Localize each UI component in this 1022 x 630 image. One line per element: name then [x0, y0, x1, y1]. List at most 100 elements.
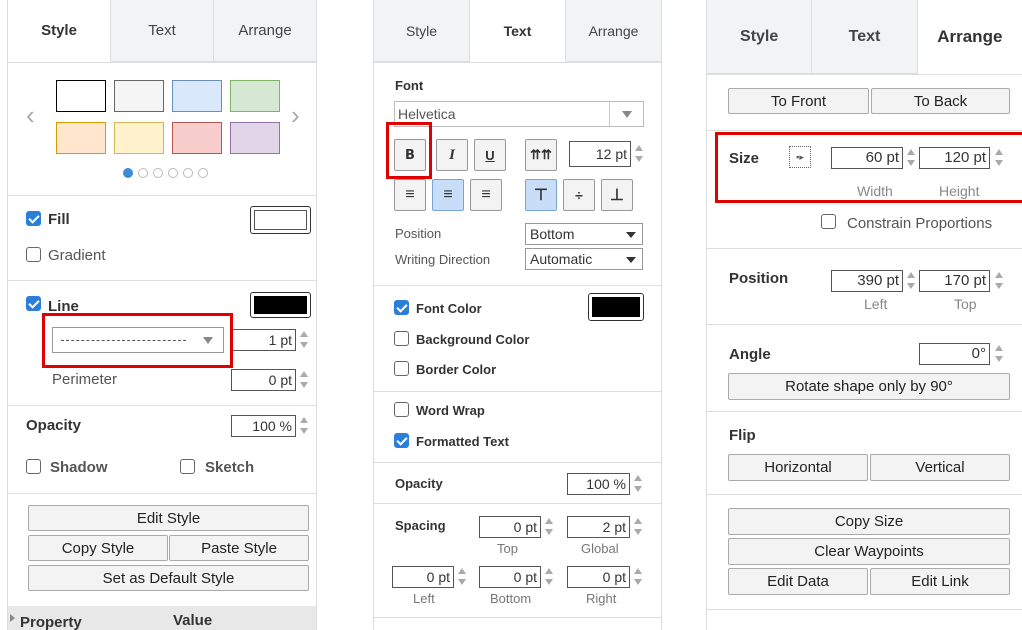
- background-color-checkbox[interactable]: [394, 331, 409, 346]
- color-swatch[interactable]: [56, 80, 106, 112]
- spacing-top-stepper[interactable]: [543, 516, 554, 538]
- pager-dot[interactable]: [168, 168, 178, 178]
- word-wrap-checkbox[interactable]: [394, 402, 409, 417]
- bold-button[interactable]: B: [394, 139, 426, 171]
- spacing-global-stepper[interactable]: [632, 516, 643, 538]
- spacing-top-input[interactable]: 0 pt: [479, 516, 541, 538]
- align-center-button[interactable]: ≡: [432, 179, 464, 211]
- line-width-stepper[interactable]: [298, 329, 309, 351]
- pager-dot[interactable]: [198, 168, 208, 178]
- spacing-bottom-input[interactable]: 0 pt: [479, 566, 541, 588]
- font-color-checkbox[interactable]: [394, 300, 409, 315]
- tab-arrange[interactable]: Arrange: [566, 0, 661, 62]
- flip-vertical-button[interactable]: Vertical: [870, 454, 1010, 481]
- opacity-input[interactable]: 100 %: [567, 473, 630, 495]
- perimeter-input[interactable]: 0 pt: [231, 369, 296, 391]
- edit-data-button[interactable]: Edit Data: [728, 568, 868, 595]
- pager-dots[interactable]: [123, 168, 208, 178]
- writing-direction-select[interactable]: Automatic: [525, 248, 643, 270]
- gradient-checkbox[interactable]: [26, 247, 41, 262]
- rotate-button[interactable]: Rotate shape only by 90°: [728, 373, 1010, 400]
- tab-text[interactable]: Text: [470, 0, 566, 62]
- tab-arrange[interactable]: Arrange: [214, 0, 316, 62]
- font-family-dropdown[interactable]: Helvetica: [394, 101, 644, 127]
- color-swatch[interactable]: [230, 80, 280, 112]
- set-default-style-button[interactable]: Set as Default Style: [28, 565, 309, 591]
- left-stepper[interactable]: [905, 270, 916, 292]
- tab-style[interactable]: Style: [8, 0, 111, 62]
- edit-style-button[interactable]: Edit Style: [28, 505, 309, 531]
- pager-dot-active[interactable]: [123, 168, 133, 178]
- shadow-checkbox[interactable]: [26, 459, 41, 474]
- fill-color-swatch[interactable]: [250, 206, 311, 234]
- width-stepper[interactable]: [905, 147, 916, 169]
- align-right-button[interactable]: ≡: [470, 179, 502, 211]
- fill-checkbox[interactable]: [26, 211, 41, 226]
- valign-middle-button[interactable]: ÷: [563, 179, 595, 211]
- opacity-stepper[interactable]: [632, 473, 643, 495]
- line-width-input[interactable]: 1 pt: [231, 329, 296, 351]
- color-swatch[interactable]: [114, 80, 164, 112]
- vertical-text-button[interactable]: ⇈⇈: [525, 139, 557, 171]
- color-swatch[interactable]: [172, 122, 222, 154]
- font-size-input[interactable]: 12 pt: [569, 141, 631, 167]
- valign-bottom-button[interactable]: ⊥: [601, 179, 633, 211]
- top-input[interactable]: 170 pt: [919, 270, 990, 292]
- expand-triangle-icon[interactable]: [10, 614, 15, 622]
- sketch-label: Sketch: [205, 459, 255, 476]
- border-color-checkbox[interactable]: [394, 361, 409, 376]
- copy-size-button[interactable]: Copy Size: [728, 508, 1010, 535]
- formatted-text-checkbox[interactable]: [394, 433, 409, 448]
- spacing-left-input[interactable]: 0 pt: [392, 566, 454, 588]
- autosize-icon[interactable]: ▪▸: [789, 146, 811, 168]
- valign-top-button[interactable]: ⊤: [525, 179, 557, 211]
- left-input[interactable]: 390 pt: [831, 270, 903, 292]
- underline-button[interactable]: U: [474, 139, 506, 171]
- edit-link-button[interactable]: Edit Link: [870, 568, 1010, 595]
- constrain-proportions-checkbox[interactable]: [821, 214, 836, 229]
- tab-text[interactable]: Text: [111, 0, 214, 62]
- font-color-swatch[interactable]: [588, 293, 644, 321]
- to-back-button[interactable]: To Back: [871, 88, 1010, 114]
- clear-waypoints-button[interactable]: Clear Waypoints: [728, 538, 1010, 565]
- color-swatch[interactable]: [172, 80, 222, 112]
- italic-button[interactable]: I: [436, 139, 468, 171]
- spacing-global-input[interactable]: 2 pt: [567, 516, 630, 538]
- spacing-bottom-stepper[interactable]: [543, 566, 554, 588]
- spacing-right-stepper[interactable]: [632, 566, 643, 588]
- line-pattern-dropdown[interactable]: [52, 327, 224, 353]
- tab-style[interactable]: Style: [707, 0, 813, 74]
- pager-dot[interactable]: [138, 168, 148, 178]
- tab-style[interactable]: Style: [374, 0, 470, 62]
- chevron-right-icon[interactable]: ›: [291, 100, 300, 131]
- opacity-input[interactable]: 100 %: [231, 415, 296, 437]
- chevron-left-icon[interactable]: ‹: [26, 100, 35, 131]
- angle-input[interactable]: 0°: [919, 343, 990, 365]
- height-input[interactable]: 120 pt: [919, 147, 990, 169]
- pager-dot[interactable]: [153, 168, 163, 178]
- flip-horizontal-button[interactable]: Horizontal: [728, 454, 868, 481]
- line-checkbox[interactable]: [26, 296, 41, 311]
- font-size-stepper[interactable]: [633, 143, 644, 165]
- height-stepper[interactable]: [993, 147, 1004, 169]
- angle-stepper[interactable]: [993, 343, 1004, 365]
- pager-dot[interactable]: [183, 168, 193, 178]
- spacing-right-input[interactable]: 0 pt: [567, 566, 630, 588]
- color-swatch[interactable]: [56, 122, 106, 154]
- to-front-button[interactable]: To Front: [728, 88, 869, 114]
- width-input[interactable]: 60 pt: [831, 147, 903, 169]
- opacity-stepper[interactable]: [298, 415, 309, 437]
- sketch-checkbox[interactable]: [180, 459, 195, 474]
- align-left-button[interactable]: ≡: [394, 179, 426, 211]
- line-color-swatch[interactable]: [250, 292, 311, 318]
- tab-arrange[interactable]: Arrange: [917, 0, 1022, 74]
- copy-style-button[interactable]: Copy Style: [28, 535, 168, 561]
- paste-style-button[interactable]: Paste Style: [169, 535, 309, 561]
- tab-text[interactable]: Text: [812, 0, 918, 74]
- perimeter-stepper[interactable]: [298, 369, 309, 391]
- color-swatch[interactable]: [114, 122, 164, 154]
- position-select[interactable]: Bottom: [525, 223, 643, 245]
- top-stepper[interactable]: [993, 270, 1004, 292]
- spacing-left-stepper[interactable]: [456, 566, 467, 588]
- color-swatch[interactable]: [230, 122, 280, 154]
